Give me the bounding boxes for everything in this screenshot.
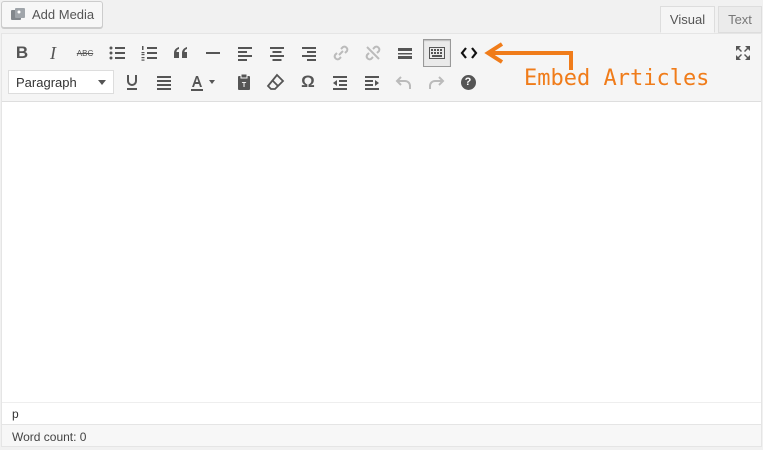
italic-icon: I	[50, 42, 56, 63]
unlink-icon	[365, 45, 381, 61]
chevron-down-icon	[98, 80, 106, 85]
tab-text[interactable]: Text	[718, 6, 762, 33]
text-color-icon	[191, 76, 215, 91]
align-right-button[interactable]	[295, 39, 323, 67]
undo-button[interactable]	[390, 68, 418, 96]
help-icon-glyph: ?	[464, 76, 472, 88]
strikethrough-button[interactable]: ABC	[71, 39, 99, 67]
toolbar-toggle-button[interactable]	[423, 39, 451, 67]
numbered-list-button[interactable]	[135, 39, 163, 67]
code-brackets-icon	[460, 47, 478, 59]
indent-icon	[365, 76, 379, 90]
strikethrough-icon: ABC	[76, 48, 94, 58]
bullet-list-icon	[109, 46, 125, 60]
italic-button[interactable]: I	[39, 39, 67, 67]
word-count: Word count: 0	[2, 424, 761, 446]
embed-articles-button[interactable]	[455, 39, 483, 67]
fullscreen-icon	[736, 46, 750, 60]
bold-button[interactable]: B	[8, 39, 36, 67]
horizontal-line-button[interactable]	[199, 39, 227, 67]
link-icon	[333, 45, 349, 61]
horizontal-line-icon	[206, 52, 220, 54]
outdent-icon	[333, 76, 347, 90]
text-color-button[interactable]	[182, 68, 224, 96]
align-left-button[interactable]	[231, 39, 259, 67]
numbered-list-icon	[141, 46, 157, 61]
increase-indent-button[interactable]	[358, 68, 386, 96]
format-select[interactable]: Paragraph	[8, 70, 114, 94]
bold-icon: B	[15, 43, 29, 62]
read-more-icon	[398, 48, 412, 59]
paste-text-button[interactable]: T	[230, 68, 258, 96]
special-character-button[interactable]: Ω	[294, 68, 322, 96]
eraser-icon	[266, 73, 285, 90]
align-left-icon	[238, 47, 252, 61]
clear-formatting-button[interactable]	[262, 68, 290, 96]
editor-content-area[interactable]	[2, 102, 761, 402]
bullet-list-button[interactable]	[103, 39, 131, 67]
add-media-button[interactable]: Add Media	[1, 1, 103, 28]
underline-icon	[127, 75, 137, 90]
blockquote-icon	[174, 47, 187, 58]
justify-icon	[157, 76, 171, 90]
tab-visual[interactable]: Visual	[660, 6, 715, 33]
keyboard-icon	[429, 47, 445, 59]
justify-button[interactable]	[150, 68, 178, 96]
undo-icon	[395, 76, 411, 89]
redo-icon	[429, 76, 445, 89]
media-icon	[11, 7, 25, 20]
redo-button[interactable]	[422, 68, 450, 96]
fullscreen-button[interactable]	[729, 39, 757, 67]
decrease-indent-button[interactable]	[326, 68, 354, 96]
editor: B I ABC Paragraph T Ω ? p Word count: 0	[1, 33, 762, 447]
clipboard-icon: T	[238, 73, 250, 90]
help-button[interactable]: ?	[454, 68, 482, 96]
remove-link-button[interactable]	[359, 39, 387, 67]
align-center-button[interactable]	[263, 39, 291, 67]
annotation-label: Embed Articles	[524, 66, 710, 91]
underline-button[interactable]	[118, 68, 146, 96]
align-center-icon	[270, 47, 284, 61]
blockquote-button[interactable]	[167, 39, 195, 67]
element-path: p	[2, 402, 761, 424]
svg-text:T: T	[242, 82, 247, 89]
help-icon: ?	[460, 74, 476, 90]
omega-icon: Ω	[301, 72, 315, 91]
insert-link-button[interactable]	[327, 39, 355, 67]
add-media-label: Add Media	[32, 7, 95, 22]
read-more-button[interactable]	[391, 39, 419, 67]
format-select-value: Paragraph	[16, 74, 77, 90]
align-right-icon	[302, 47, 316, 61]
